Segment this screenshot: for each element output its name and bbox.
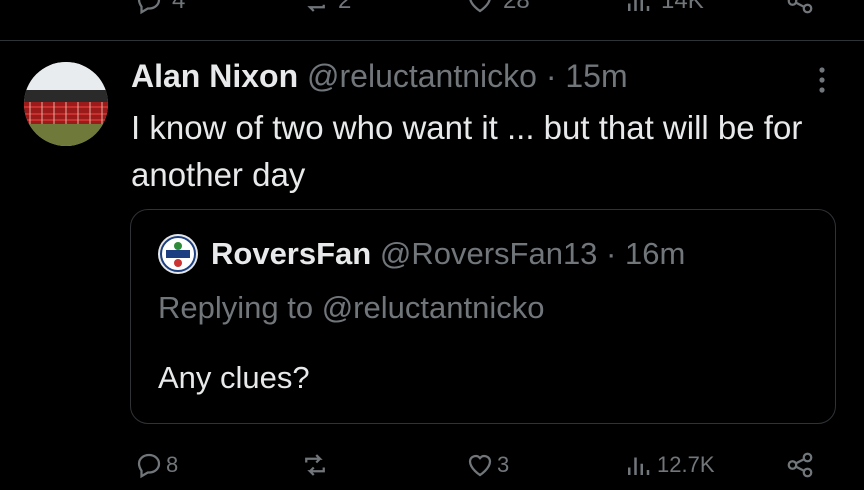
quoted-author-handle: @RoversFan13 (379, 236, 598, 271)
tweet-text: I know of two who want it ... but that w… (131, 109, 803, 193)
prev-repost-count: 2 (338, 0, 352, 14)
views-button[interactable]: 12.7K (623, 450, 715, 480)
previous-tweet-action-bar: 4 2 28 14K (0, 0, 864, 16)
like-count: 3 (497, 452, 510, 477)
repost-icon (305, 454, 325, 476)
share-icon (787, 452, 813, 478)
like-icon (468, 454, 492, 477)
club-crest-avatar-image (158, 234, 198, 274)
prev-like-button[interactable]: 28 (465, 0, 530, 16)
replying-to-text: Replying to @reluctantnicko (158, 290, 545, 325)
share-icon (787, 0, 813, 14)
header-separator: · (545, 58, 557, 94)
quoted-author-avatar (158, 234, 198, 274)
reply-button[interactable]: 8 (134, 450, 178, 480)
quoted-tweet-time: 16m (625, 236, 686, 271)
quoted-tweet-header: RoversFan @RoversFan13 · 16m (211, 236, 685, 272)
quoted-header-separator: · (606, 236, 617, 271)
author-avatar[interactable] (24, 62, 108, 146)
more-options-button[interactable] (810, 62, 834, 98)
more-icon (819, 67, 825, 93)
reply-icon (137, 0, 161, 15)
quoted-tweet-card[interactable]: RoversFan @RoversFan13 · 16m Replying to… (130, 209, 836, 424)
reply-icon (137, 453, 161, 479)
views-count: 12.7K (657, 452, 715, 477)
quoted-tweet-text: Any clues? (158, 360, 310, 395)
stadium-avatar-image (24, 62, 108, 146)
repost-button[interactable] (300, 450, 338, 480)
prev-views-button[interactable]: 14K (623, 0, 704, 16)
repost-icon (307, 4, 325, 12)
tweet-header: Alan Nixon @reluctantnicko · 15m (131, 58, 628, 94)
like-icon (469, 0, 491, 13)
prev-repost-button[interactable]: 2 (300, 0, 351, 16)
author-name[interactable]: Alan Nixon (131, 58, 298, 94)
prev-reply-button[interactable]: 4 (134, 0, 185, 16)
prev-like-count: 28 (503, 0, 530, 14)
tweet-divider (0, 40, 864, 41)
prev-reply-count: 4 (172, 0, 186, 14)
quoted-author-name: RoversFan (211, 236, 372, 271)
tweet-time[interactable]: 15m (565, 58, 627, 94)
prev-share-button[interactable] (785, 0, 815, 16)
reply-count: 8 (166, 452, 179, 477)
views-icon (628, 457, 650, 475)
views-icon (628, 0, 650, 11)
author-handle[interactable]: @reluctantnicko (307, 58, 537, 94)
share-button[interactable] (785, 450, 815, 480)
prev-views-count: 14K (661, 0, 704, 14)
like-button[interactable]: 3 (465, 450, 509, 480)
